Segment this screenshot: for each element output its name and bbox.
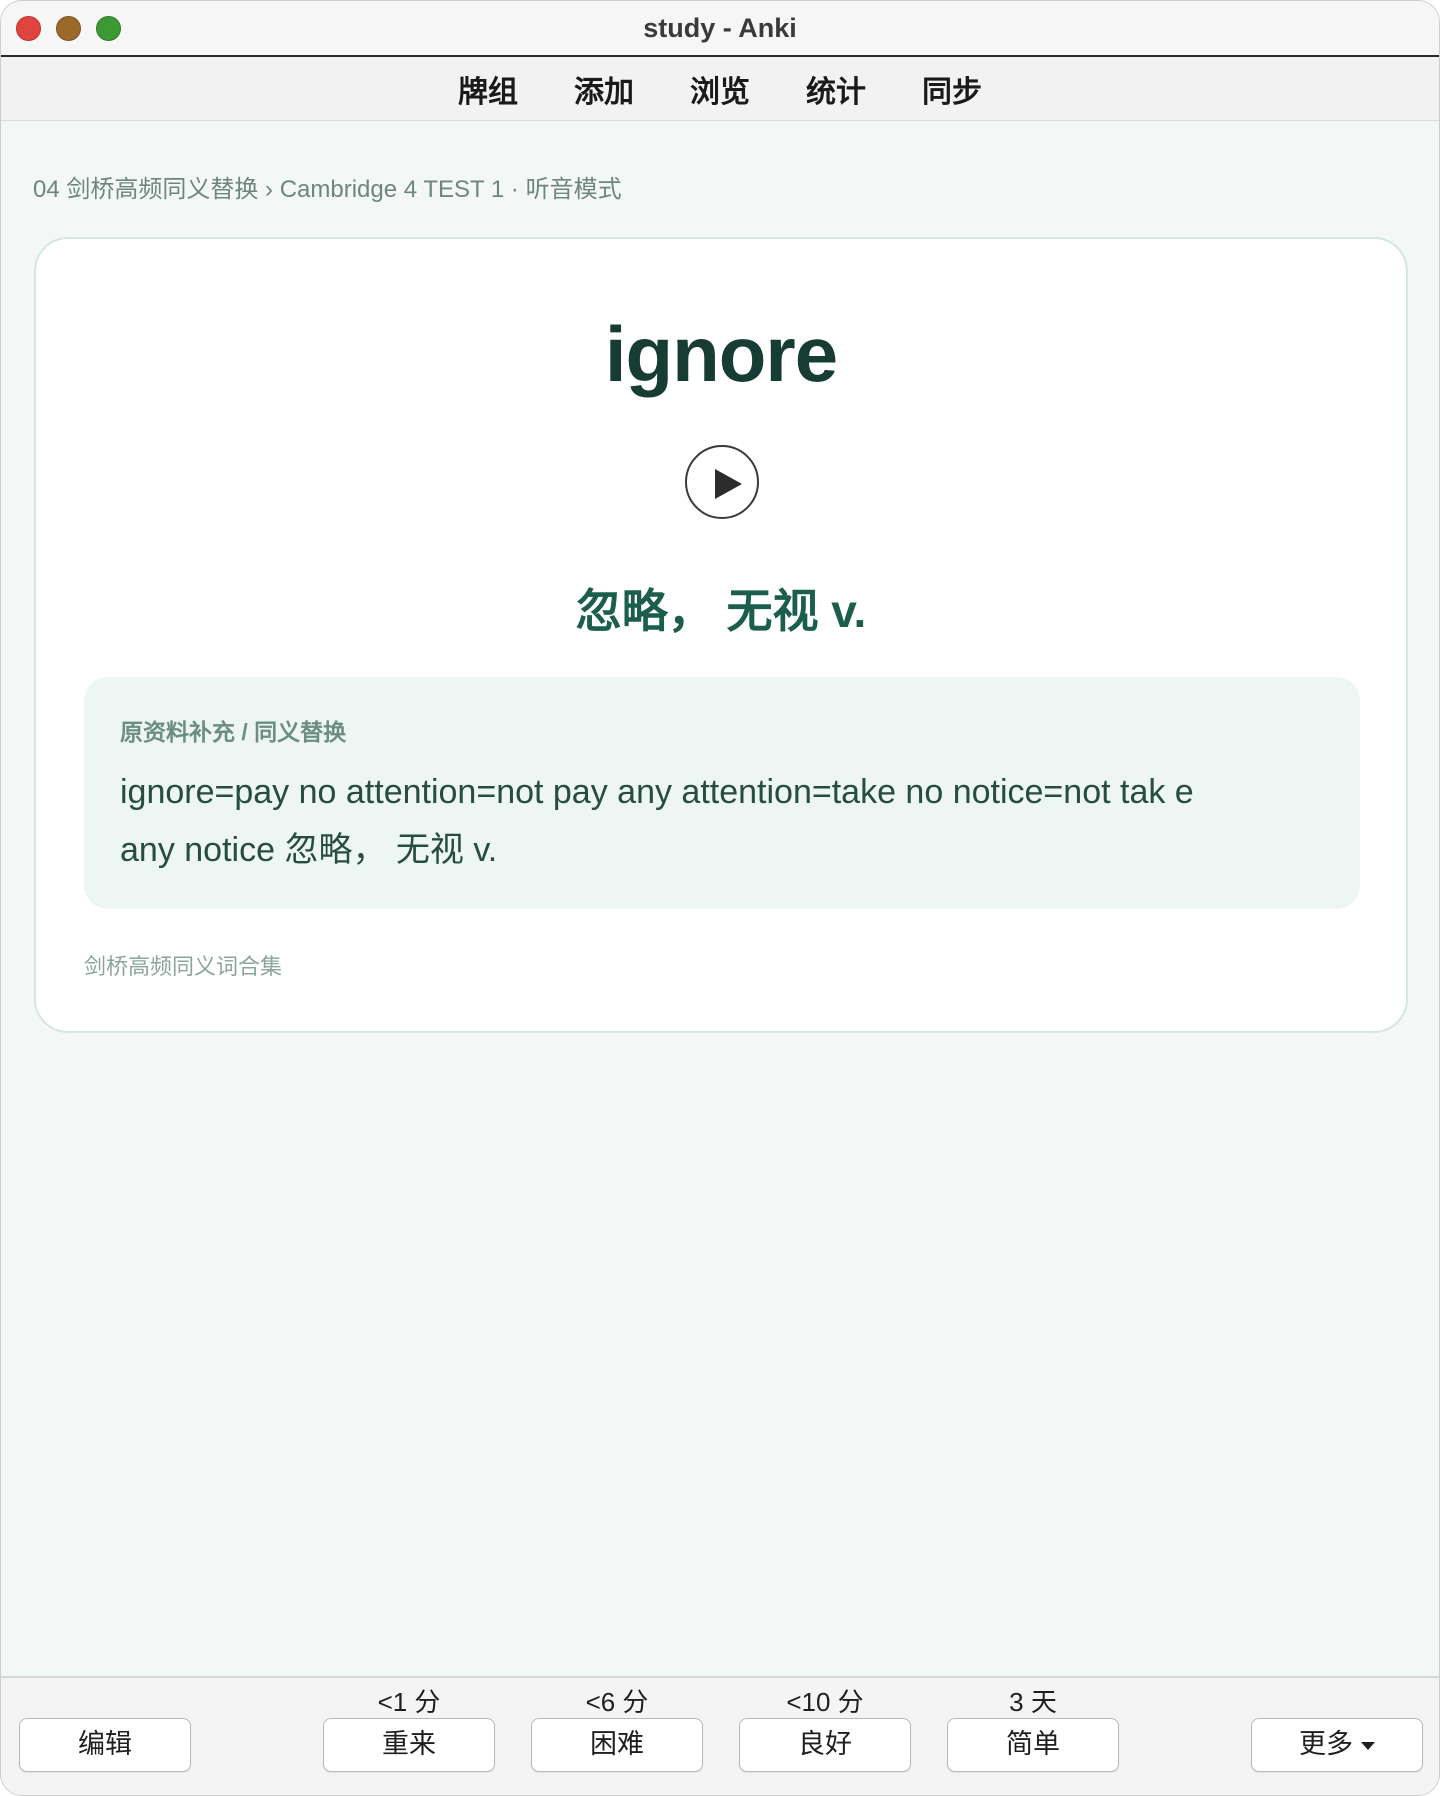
menu-sync[interactable]: 同步	[894, 67, 1010, 111]
edit-button[interactable]: 编辑	[19, 1718, 191, 1772]
good-interval: <10 分	[786, 1687, 864, 1717]
good-button[interactable]: 良好	[739, 1718, 911, 1772]
again-interval: <1 分	[377, 1687, 441, 1717]
menu-browse[interactable]: 浏览	[662, 67, 778, 111]
menu-decks[interactable]: 牌组	[430, 67, 546, 111]
card-meaning: 忽略， 无视 v.	[575, 585, 867, 637]
card-word: ignore	[604, 310, 838, 398]
note-label: 原资料补充 / 同义替换	[120, 719, 347, 745]
play-icon	[715, 469, 742, 499]
top-menu: 牌组 添加 浏览 统计 同步	[1, 57, 1439, 121]
hard-interval: <6 分	[585, 1687, 649, 1717]
more-label: 更多	[1299, 1729, 1353, 1759]
flashcard: ignore 忽略， 无视 v. 原资料补充 / 同义替换 ignore=pay…	[34, 237, 1408, 1033]
more-button[interactable]: 更多	[1251, 1718, 1423, 1772]
title-bar: study - Anki	[1, 1, 1439, 57]
note-text-line: ignore=pay no attention=not pay any atte…	[120, 773, 1194, 811]
caret-down-icon	[1361, 1741, 1375, 1750]
note-text-line: any notice 忽略， 无视 v.	[120, 831, 498, 869]
hard-button[interactable]: 困难	[531, 1718, 703, 1772]
easy-button[interactable]: 简单	[947, 1718, 1119, 1772]
note-text: ignore=pay no attention=not pay any atte…	[120, 763, 1330, 879]
menu-stats[interactable]: 统计	[778, 67, 894, 111]
window-title: study - Anki	[643, 13, 797, 43]
card-source: 剑桥高频同义词合集	[84, 954, 283, 979]
bottom-bar: 编辑 <1 分 重来 <6 分 困难 <10 分 良好 3 天 简单 更多	[1, 1676, 1439, 1795]
anki-window: study - Anki 牌组 添加 浏览 统计 同步 04 剑桥高频同义替换 …	[0, 0, 1440, 1796]
play-audio-button[interactable]	[685, 445, 759, 519]
breadcrumb: 04 剑桥高频同义替换 › Cambridge 4 TEST 1 · 听音模式	[33, 176, 622, 203]
easy-interval: 3 天	[1009, 1687, 1057, 1717]
again-button[interactable]: 重来	[323, 1718, 495, 1772]
menu-add[interactable]: 添加	[546, 67, 662, 111]
note-box: 原资料补充 / 同义替换 ignore=pay no attention=not…	[84, 677, 1360, 909]
